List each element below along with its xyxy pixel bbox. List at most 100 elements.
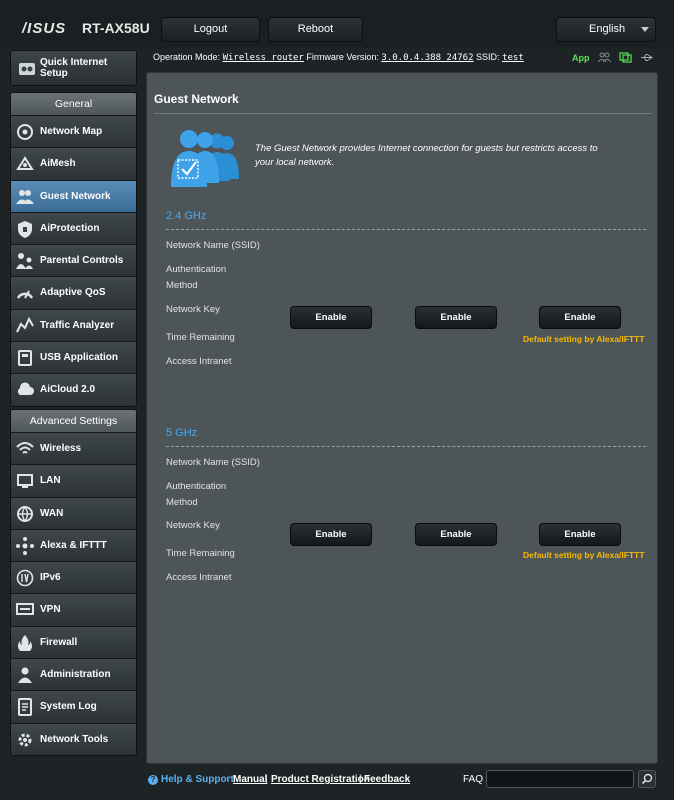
sidebar-item-label: AiMesh xyxy=(40,158,76,170)
feedback-link[interactable]: Feedback xyxy=(364,774,410,785)
status-icons: App xyxy=(572,52,653,63)
wireless-icon xyxy=(16,442,34,454)
title-divider xyxy=(154,113,652,114)
enable-2g-guest-3-button[interactable]: Enable xyxy=(539,306,621,329)
faq-search-button[interactable] xyxy=(638,770,656,788)
operation-mode-label: Operation Mode: xyxy=(153,52,221,62)
quick-setup-label: Quick Internet Setup xyxy=(40,57,108,79)
aimesh-icon xyxy=(16,156,34,171)
access-intranet-label: Access Intranet xyxy=(166,572,232,583)
sidebar-item-label: Parental Controls xyxy=(40,255,124,267)
footer: ? Help & Support Manual | Product Registr… xyxy=(0,770,674,800)
band-5g-title: 5 GHz xyxy=(166,427,198,439)
sidebar-item-usb-application[interactable]: USB Application xyxy=(11,341,136,374)
band-5g-divider xyxy=(166,446,646,447)
firewall-icon xyxy=(18,634,32,651)
access-intranet-label: Access Intranet xyxy=(166,356,232,367)
chevron-down-icon xyxy=(641,27,649,32)
sidebar-item-adaptive-qos[interactable]: Adaptive QoS xyxy=(11,276,136,309)
clients-icon[interactable] xyxy=(597,52,611,63)
language-select[interactable]: English xyxy=(556,17,656,42)
app-link[interactable]: App xyxy=(572,53,590,63)
reboot-button[interactable]: Reboot xyxy=(268,17,363,42)
faq-label: FAQ xyxy=(463,774,484,785)
operation-mode-link[interactable]: Wireless router xyxy=(223,53,304,63)
advanced-menu-title: Advanced Settings xyxy=(11,410,136,432)
network-map-icon xyxy=(17,124,33,140)
help-icon: ? xyxy=(148,775,158,785)
sidebar-item-label: Traffic Analyzer xyxy=(40,319,115,331)
sidebar-item-label: AiCloud 2.0 xyxy=(40,384,96,396)
page-title: Guest Network xyxy=(154,92,239,106)
sidebar-item-alexa-ifttt[interactable]: Alexa & IFTTT xyxy=(11,528,136,562)
help-support-link[interactable]: ? Help & Support xyxy=(148,774,234,785)
administration-icon xyxy=(18,667,32,684)
sidebar-item-label: Guest Network xyxy=(40,190,111,202)
aiprotection-icon xyxy=(18,220,32,238)
usb-application-icon xyxy=(18,350,32,367)
help-support-label: Help & Support xyxy=(161,774,234,785)
sidebar-item-guest-network[interactable]: Guest Network xyxy=(11,179,136,212)
internet-status-icon[interactable] xyxy=(618,52,632,63)
system-log-icon xyxy=(18,698,32,717)
sidebar-item-parental-controls[interactable]: Parental Controls xyxy=(11,244,136,277)
asus-logo: /ISUS xyxy=(22,20,67,37)
sidebar-item-vpn[interactable]: VPN xyxy=(11,593,136,626)
sidebar-item-system-log[interactable]: System Log xyxy=(11,690,136,723)
time-remaining-label: Time Remaining xyxy=(166,332,235,343)
time-remaining-label: Time Remaining xyxy=(166,548,235,559)
sidebar-item-ipv6[interactable]: IPv6 xyxy=(11,561,136,594)
sidebar-item-administration[interactable]: Administration xyxy=(11,658,136,691)
band-2g-title: 2.4 GHz xyxy=(166,210,207,222)
main-panel: Guest Network The Guest Network provides… xyxy=(146,72,658,764)
aicloud-icon xyxy=(17,382,34,396)
sidebar-item-network-map[interactable]: Network Map xyxy=(11,115,136,148)
quick-internet-setup-button[interactable]: Quick Internet Setup xyxy=(10,50,137,86)
general-menu: General Network Map AiMesh Guest Network Ai… xyxy=(10,92,137,407)
search-icon xyxy=(641,773,653,785)
language-value: English xyxy=(589,23,626,35)
band-2g-divider xyxy=(166,229,646,230)
sidebar-item-label: Firewall xyxy=(40,636,78,648)
sidebar-item-aiprotection[interactable]: AiProtection xyxy=(11,211,136,245)
sidebar-item-label: Network Map xyxy=(40,126,103,137)
logout-button[interactable]: Logout xyxy=(161,17,260,42)
enable-5g-guest-1-button[interactable]: Enable xyxy=(290,523,372,546)
firmware-link[interactable]: 3.0.0.4.388_24762 xyxy=(381,53,473,63)
sidebar-item-traffic-analyzer[interactable]: Traffic Analyzer xyxy=(11,308,136,342)
enable-2g-guest-1-button[interactable]: Enable xyxy=(290,306,372,329)
enable-5g-guest-2-button[interactable]: Enable xyxy=(415,523,497,546)
auth-method-label: Authentication Method xyxy=(166,264,227,291)
network-key-label: Network Key xyxy=(166,304,220,315)
sidebar-item-wireless[interactable]: Wireless xyxy=(11,432,136,465)
sidebar-item-label: LAN xyxy=(40,475,61,487)
product-registration-link[interactable]: Product Registration xyxy=(271,774,370,785)
footer-separator: | xyxy=(359,774,362,785)
enable-2g-guest-2-button[interactable]: Enable xyxy=(415,306,497,329)
sidebar-item-firewall[interactable]: Firewall xyxy=(11,625,136,659)
sidebar-item-network-tools[interactable]: Network Tools xyxy=(11,722,136,755)
alexa-icon xyxy=(16,536,34,555)
sidebar-item-lan[interactable]: LAN xyxy=(11,464,136,497)
auth-method-label: Authentication Method xyxy=(166,481,227,508)
status-line: Operation Mode: Wireless router Firmware… xyxy=(153,52,524,63)
sidebar-item-wan[interactable]: WAN xyxy=(11,496,136,529)
sidebar-item-aicloud-2-0[interactable]: AiCloud 2.0 xyxy=(11,373,136,406)
quick-setup-icon xyxy=(19,63,35,75)
usb-icon[interactable] xyxy=(640,52,653,63)
wan-icon xyxy=(17,505,33,522)
sidebar-item-label: WAN xyxy=(40,507,64,519)
ssid-link[interactable]: test xyxy=(502,53,524,63)
sidebar-item-label: Administration xyxy=(40,669,111,681)
ssid-field-label: Network Name (SSID) xyxy=(166,240,260,251)
top-header: /ISUS RT-AX58U Logout Reboot English xyxy=(0,0,674,48)
ssid-label: SSID: xyxy=(476,52,500,62)
traffic-analyzer-icon xyxy=(16,316,34,333)
sidebar-item-aimesh[interactable]: AiMesh xyxy=(11,147,136,180)
intro-text: The Guest Network provides Internet conn… xyxy=(255,143,598,168)
enable-5g-guest-3-button[interactable]: Enable xyxy=(539,523,621,546)
faq-search-input[interactable] xyxy=(486,770,634,788)
sidebar-item-label: Wireless xyxy=(40,443,82,454)
manual-link[interactable]: Manual xyxy=(233,774,267,785)
firmware-label: Firmware Version: xyxy=(306,52,379,62)
